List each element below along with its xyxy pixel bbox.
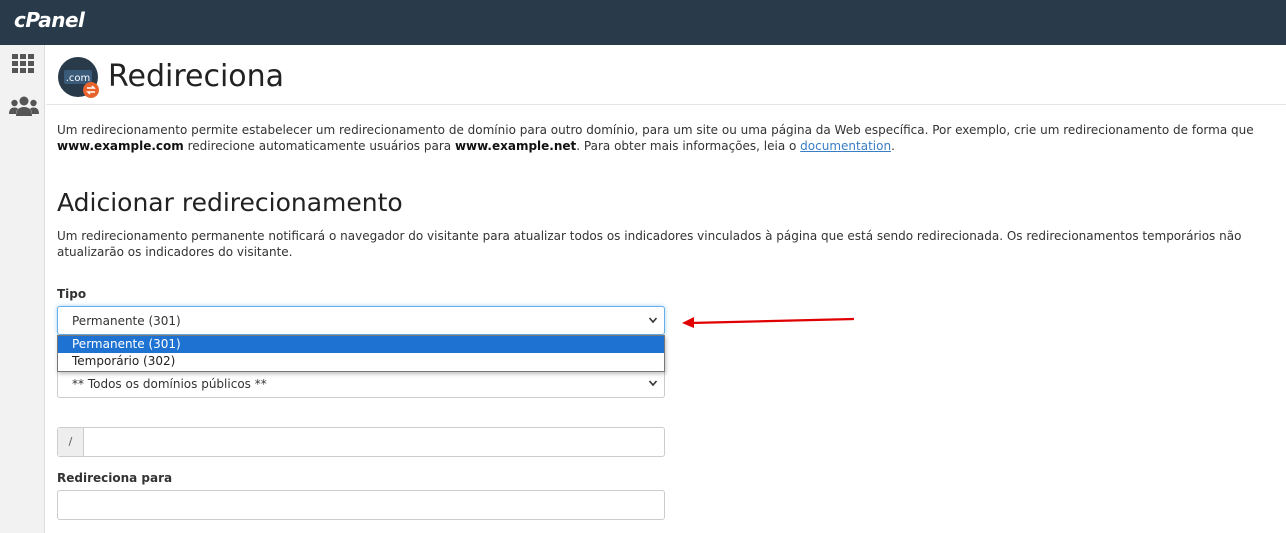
type-dropdown-list: Permanente (301) Temporário (302) — [57, 335, 665, 372]
description-text: redirecione automaticamente usuários par… — [183, 139, 455, 153]
path-input[interactable] — [85, 428, 664, 456]
annotation-arrow-icon — [682, 317, 855, 328]
domain-select-value: ** Todos os domínios públicos ** — [72, 377, 267, 391]
type-label: Tipo — [57, 287, 87, 301]
type-select[interactable]: Permanente (301) — [57, 306, 665, 335]
documentation-link[interactable]: documentation — [800, 139, 891, 153]
main-content: .com Redireciona Um redirecionamento per… — [46, 45, 1286, 533]
example-domain-target: www.example.net — [454, 139, 577, 153]
section-heading: Adicionar redirecionamento — [57, 188, 403, 217]
chevron-down-icon — [648, 380, 658, 387]
description-text: . — [891, 139, 895, 153]
option-temporary[interactable]: Temporário (302) — [58, 353, 664, 370]
chevron-down-icon — [648, 317, 658, 324]
option-permanent[interactable]: Permanente (301) — [58, 336, 664, 353]
users-icon[interactable] — [9, 95, 39, 117]
redirect-domain-icon: .com — [58, 57, 100, 99]
cpanel-logo[interactable]: cPanel — [14, 8, 85, 32]
top-bar: cPanel — [0, 0, 1286, 45]
type-select-value: Permanente (301) — [72, 314, 181, 328]
path-prefix: / — [58, 428, 84, 456]
description-text: . Para obter mais informações, leia o — [576, 139, 801, 153]
redirect-to-label: Redireciona para — [57, 471, 173, 485]
sidebar — [0, 45, 45, 533]
svg-text:.com: .com — [66, 73, 91, 84]
section-description: Um redirecionamento permanente notificar… — [57, 229, 1242, 259]
page-title: Redireciona — [108, 59, 285, 94]
page-description: Um redirecionamento permite estabelecer … — [57, 122, 1272, 154]
redirect-to-input[interactable] — [57, 490, 665, 520]
example-domain-source: www.example.com — [57, 139, 184, 153]
path-input-group: / — [57, 427, 665, 457]
grid-icon[interactable] — [11, 53, 35, 75]
page-header: .com Redireciona — [46, 45, 1286, 105]
description-text: Um redirecionamento permite estabelecer … — [57, 123, 1254, 137]
domain-select[interactable]: ** Todos os domínios públicos ** — [57, 369, 665, 398]
